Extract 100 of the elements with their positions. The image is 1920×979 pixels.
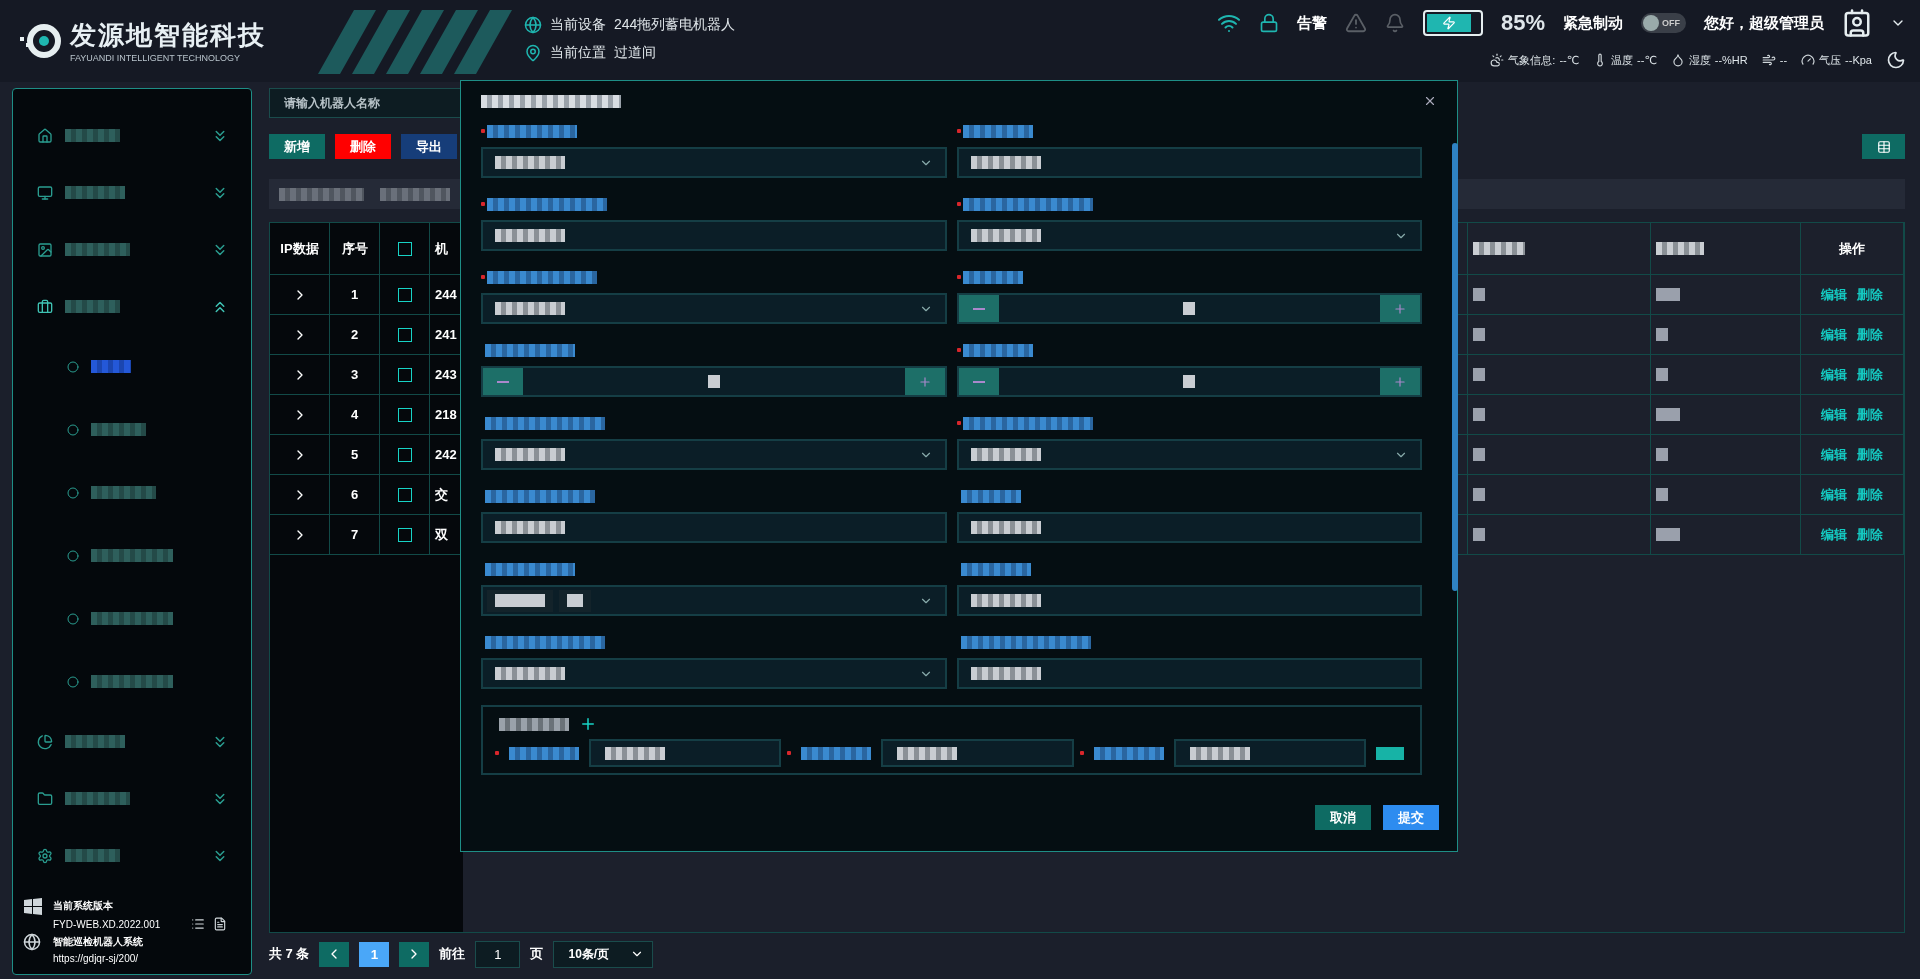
weather-value: --%HR (1714, 54, 1748, 66)
previous-page-button[interactable] (319, 941, 350, 967)
blurred-text (1189, 746, 1250, 760)
input-field[interactable] (956, 147, 1422, 178)
edit-link[interactable]: 编辑 (1821, 365, 1847, 384)
logo-title: 发源地智能科技 (70, 19, 266, 52)
column-header: 操作 (1801, 223, 1904, 274)
edit-link[interactable]: 编辑 (1821, 325, 1847, 344)
edit-link[interactable]: 编辑 (1821, 485, 1847, 504)
select-field[interactable] (956, 220, 1422, 251)
lock-icon[interactable] (1258, 13, 1279, 33)
delete-link[interactable]: 删除 (1857, 285, 1883, 304)
blurred-text (65, 186, 125, 199)
edit-link[interactable]: 编辑 (1821, 405, 1847, 424)
scrollbar-thumb[interactable] (1452, 143, 1458, 591)
number-stepper[interactable] (956, 293, 1422, 324)
cancel-button[interactable]: 取消 (1315, 805, 1371, 830)
delete-link[interactable]: 删除 (1857, 525, 1883, 544)
checkbox[interactable] (397, 527, 412, 542)
checkbox[interactable] (397, 327, 412, 342)
circle-icon (67, 486, 79, 499)
blurred-text (897, 746, 958, 760)
close-icon[interactable] (1423, 94, 1437, 108)
add-button[interactable]: 新增 (269, 134, 325, 159)
warning-icon[interactable] (1344, 12, 1367, 34)
location-pin-icon (524, 44, 542, 62)
blurred-text (970, 521, 1041, 534)
input-field[interactable] (956, 585, 1422, 616)
blurred-text (962, 124, 1033, 138)
input-field[interactable] (881, 739, 1074, 767)
list-icon[interactable] (191, 917, 205, 931)
select-field[interactable] (481, 293, 947, 324)
column-settings-button[interactable] (1862, 134, 1905, 159)
moon-icon[interactable] (1886, 50, 1906, 70)
page-size-select[interactable]: 10条/页 (553, 940, 654, 968)
add-icon[interactable] (579, 715, 597, 733)
blurred-text (1473, 528, 1485, 541)
weather-value: -- (1779, 54, 1788, 66)
column-header: 序号 (330, 223, 380, 274)
blurred-text (91, 486, 156, 499)
input-field[interactable] (956, 512, 1422, 543)
folder-icon (37, 790, 53, 807)
select-field[interactable] (956, 439, 1422, 470)
pie-chart-icon (37, 733, 53, 750)
multi-select-field[interactable] (481, 585, 947, 616)
user-card-icon[interactable] (1842, 8, 1872, 38)
device-value: 244拖列蓄电机器人 (614, 16, 736, 34)
delete-link[interactable]: 删除 (1857, 445, 1883, 464)
blurred-text (495, 594, 545, 607)
checkbox[interactable] (397, 447, 412, 462)
next-page-button[interactable] (399, 941, 430, 967)
input-field[interactable] (956, 658, 1422, 689)
number-stepper[interactable] (956, 366, 1422, 397)
select-field[interactable] (481, 439, 947, 470)
decrement-button[interactable] (958, 295, 999, 322)
number-stepper[interactable] (481, 366, 947, 397)
location-value: 过道间 (614, 44, 656, 62)
checkbox[interactable] (397, 407, 412, 422)
minus-icon (972, 307, 985, 310)
input-field[interactable] (481, 512, 947, 543)
increment-button[interactable] (904, 368, 945, 395)
edit-link[interactable]: 编辑 (1821, 525, 1847, 544)
system-name: 智能巡检机器人系统 (53, 935, 144, 949)
delete-button[interactable]: 删除 (335, 134, 391, 159)
blurred-text (1183, 375, 1196, 388)
blurred-text (495, 521, 565, 534)
select-field[interactable] (481, 147, 947, 178)
input-field[interactable] (1173, 739, 1367, 767)
delete-link[interactable]: 删除 (1857, 325, 1883, 344)
checkbox[interactable] (397, 287, 412, 302)
blurred-text (1656, 448, 1668, 461)
table-cell: 1 (330, 275, 380, 314)
bell-icon[interactable] (1384, 13, 1405, 33)
page-input[interactable]: 1 (475, 940, 521, 968)
droplet-icon (1670, 53, 1685, 67)
checkbox[interactable] (397, 487, 412, 502)
decrement-button[interactable] (958, 368, 999, 395)
input-field[interactable] (588, 739, 782, 767)
export-button[interactable]: 导出 (401, 134, 457, 159)
table-cell: 2 (330, 315, 380, 354)
edit-link[interactable]: 编辑 (1821, 285, 1847, 304)
briefcase-icon (37, 298, 53, 315)
blurred-text (495, 667, 565, 680)
checkbox[interactable] (397, 367, 412, 382)
logo-subtitle: FAYUANDI INTELLIGENT TECHNOLOGY (70, 53, 242, 63)
weather-label: 气压 (1819, 52, 1842, 68)
document-icon[interactable] (213, 917, 227, 931)
circle-icon (67, 549, 79, 562)
delete-link[interactable]: 删除 (1857, 485, 1883, 504)
delete-link[interactable]: 删除 (1857, 365, 1883, 384)
checkbox[interactable] (397, 241, 412, 256)
edit-link[interactable]: 编辑 (1821, 445, 1847, 464)
windows-logo-icon (23, 897, 43, 915)
table-cell: 5 (330, 435, 380, 474)
input-field[interactable] (481, 220, 947, 251)
blurred-text (1473, 448, 1485, 461)
delete-link[interactable]: 删除 (1857, 405, 1883, 424)
select-field[interactable] (481, 658, 947, 689)
brake-switch[interactable]: OFF (1641, 13, 1686, 33)
table-icon (1876, 139, 1891, 154)
